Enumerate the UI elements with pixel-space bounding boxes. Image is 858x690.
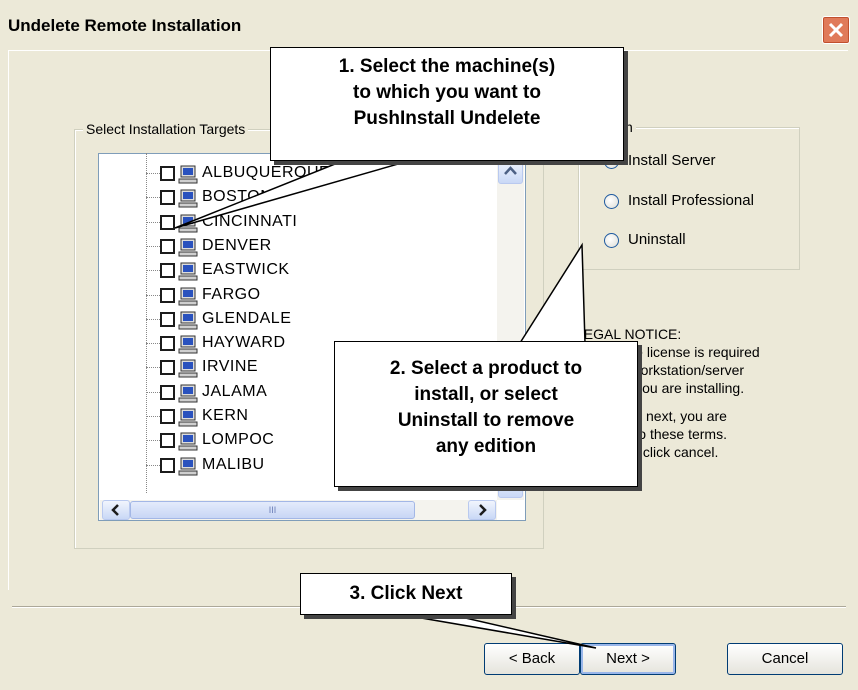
- close-icon: [828, 22, 844, 38]
- computer-icon: [178, 287, 198, 305]
- checkbox[interactable]: [160, 433, 175, 449]
- machine-name: BOSTON: [202, 188, 273, 206]
- scroll-left-button[interactable]: [102, 500, 130, 520]
- computer-icon: [178, 311, 198, 330]
- next-button[interactable]: Next >: [580, 643, 676, 675]
- callout-line: PushInstall Undelete: [353, 108, 541, 129]
- checkbox[interactable]: [160, 336, 175, 352]
- checkbox[interactable]: [160, 166, 175, 181]
- machine-name: ALBUQUERQUE: [202, 164, 331, 181]
- machine-name: KERN: [202, 407, 249, 424]
- callout-line: Uninstall to remove: [397, 410, 575, 431]
- machine-name: EASTWICK: [202, 261, 290, 279]
- tree-connector: [146, 343, 160, 345]
- tree-item[interactable]: BOSTON: [146, 186, 476, 210]
- radio-label: Install Professional: [628, 192, 754, 209]
- computer-icon: [178, 335, 198, 354]
- checkbox[interactable]: [160, 214, 175, 230]
- computer-icon: [178, 457, 198, 476]
- callout-select-product: 2. Select a product to install, or selec…: [334, 341, 638, 487]
- machine-name: IRVINE: [202, 358, 259, 376]
- tree-connector: [146, 318, 160, 320]
- tree-item[interactable]: CINCINNATI: [146, 211, 476, 235]
- chevron-left-icon: [111, 504, 119, 516]
- horizontal-scrollbar[interactable]: III: [100, 500, 497, 520]
- window-title: Undelete Remote Installation: [8, 16, 242, 35]
- computer-icon: [178, 408, 198, 427]
- radio-button[interactable]: [604, 194, 619, 209]
- checkbox[interactable]: [160, 263, 175, 279]
- tree-item[interactable]: ALBUQUERQUE: [146, 162, 476, 186]
- title-bar[interactable]: Undelete Remote Installation: [0, 0, 858, 44]
- computer-icon: [178, 165, 198, 184]
- tree-connector: [146, 197, 160, 199]
- checkbox[interactable]: [160, 409, 175, 424]
- machine-name: DENVER: [202, 236, 272, 254]
- checkbox[interactable]: [160, 360, 175, 376]
- cancel-button[interactable]: Cancel: [727, 643, 843, 675]
- callout-line: install, or select: [414, 384, 558, 405]
- tree-item[interactable]: FARGO: [146, 284, 476, 308]
- machine-name: GLENDALE: [202, 309, 292, 327]
- scroll-right-button[interactable]: [468, 500, 496, 520]
- checkbox[interactable]: [160, 287, 175, 303]
- scroll-up-button[interactable]: [498, 159, 523, 184]
- tree-item[interactable]: EASTWICK: [146, 259, 476, 283]
- computer-icon: [178, 432, 198, 451]
- radio-button[interactable]: [604, 233, 619, 248]
- checkbox[interactable]: [160, 190, 175, 206]
- tree-connector: [146, 173, 160, 174]
- tree-connector: [146, 391, 160, 393]
- machine-name: HAYWARD: [202, 334, 286, 352]
- machine-name: JALAMA: [202, 382, 268, 400]
- computer-icon: [178, 384, 198, 403]
- machine-name: FARGO: [202, 285, 261, 303]
- tree-connector: [146, 440, 160, 442]
- tree-connector: [146, 294, 160, 296]
- tree-connector: [146, 245, 160, 247]
- machine-name: CINCINNATI: [202, 212, 298, 230]
- callout-line: to which you want to: [353, 82, 541, 103]
- close-button[interactable]: [822, 16, 850, 44]
- tree-item[interactable]: DENVER: [146, 235, 476, 259]
- callout-select-machines: 1. Select the machine(s) to which you wa…: [270, 47, 624, 161]
- chevron-up-icon: [504, 166, 517, 175]
- checkbox[interactable]: [160, 311, 175, 327]
- scroll-thumb[interactable]: III: [130, 501, 415, 519]
- callout-line: any edition: [435, 436, 537, 457]
- tree-connector: [146, 221, 160, 223]
- computer-icon: [178, 359, 198, 378]
- targets-legend: Select Installation Targets: [83, 121, 249, 137]
- checkbox[interactable]: [160, 457, 175, 473]
- computer-icon: [178, 214, 198, 233]
- computer-icon: [178, 189, 198, 208]
- computer-icon: [178, 262, 198, 281]
- tree-connector: [146, 270, 160, 272]
- checkbox[interactable]: [160, 384, 175, 400]
- machine-name: MALIBU: [202, 455, 265, 473]
- radio-label: Uninstall: [628, 231, 686, 248]
- callout-line: 2. Select a product to: [389, 358, 583, 379]
- machine-name: LOMPOC: [202, 431, 275, 449]
- radio-label: Install Server: [628, 152, 716, 169]
- back-button[interactable]: < Back: [484, 643, 580, 675]
- tree-connector: [146, 464, 160, 466]
- checkbox[interactable]: [160, 238, 175, 254]
- computer-icon: [178, 238, 198, 257]
- tree-connector: [146, 416, 160, 417]
- callout-click-next: 3. Click Next: [300, 573, 512, 615]
- tree-connector: [146, 367, 160, 369]
- tree-item[interactable]: GLENDALE: [146, 308, 476, 332]
- chevron-right-icon: [479, 504, 487, 516]
- callout-line: 1. Select the machine(s): [338, 56, 556, 77]
